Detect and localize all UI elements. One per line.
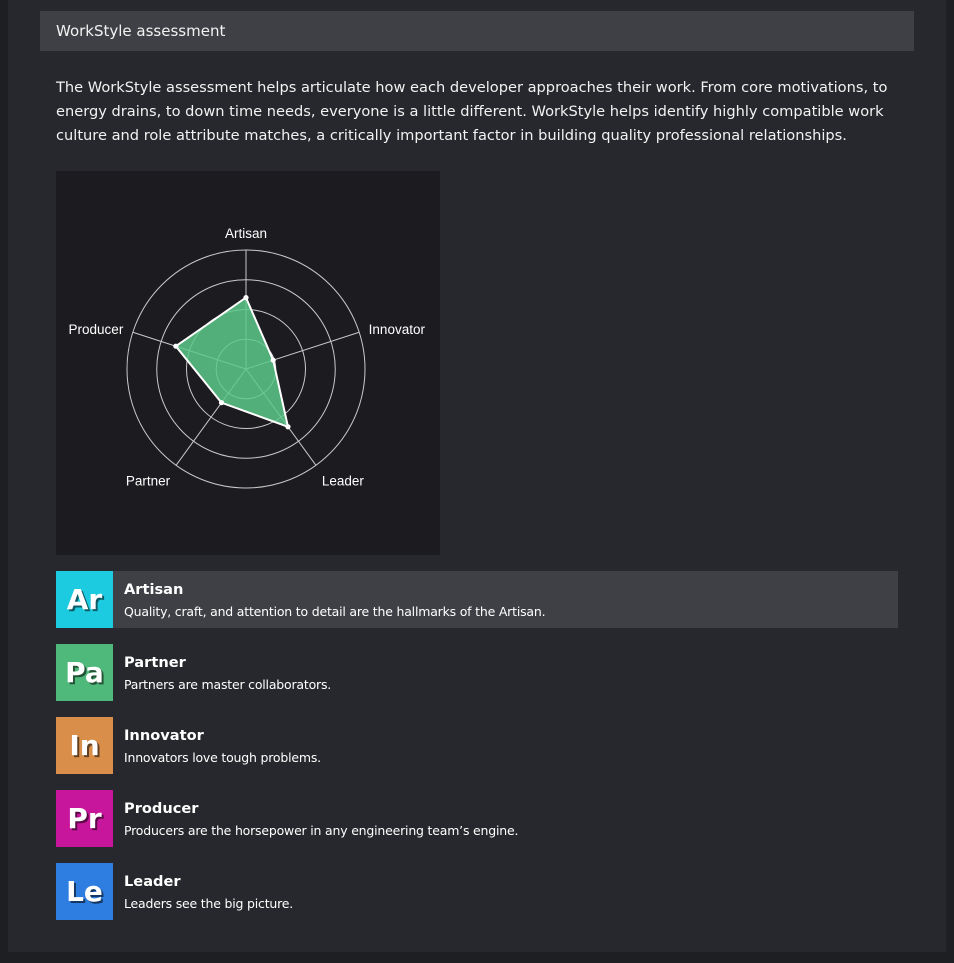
radar-point-artisan — [243, 295, 249, 301]
intro-text: The WorkStyle assessment helps articulat… — [56, 79, 888, 144]
radar-label-producer: Producer — [69, 322, 124, 337]
radar-label-partner: Partner — [126, 473, 171, 488]
type-row-partner[interactable]: Pa Partner Partners are master collabora… — [56, 644, 898, 701]
type-row-producer[interactable]: Pr Producer Producers are the horsepower… — [56, 790, 898, 847]
type-badge-producer: Pr — [56, 790, 113, 847]
type-name-leader: Leader — [124, 873, 181, 890]
radar-point-innovator — [270, 357, 276, 363]
panel-header: WorkStyle assessment — [40, 11, 914, 51]
type-badge-leader: Le — [56, 863, 113, 920]
radar-label-artisan: Artisan — [225, 226, 267, 241]
type-badge-innovator: In — [56, 717, 113, 774]
type-name-producer: Producer — [124, 800, 199, 817]
radar-chart: Artisan Innovator Leader Partner Producer — [56, 171, 440, 555]
radar-label-innovator: Innovator — [369, 322, 426, 337]
radar-chart-svg: Artisan Innovator Leader Partner Producer — [69, 226, 426, 489]
workstyle-panel: WorkStyle assessment The WorkStyle asses… — [8, 0, 946, 952]
type-description-partner: Partners are master collaborators. — [124, 677, 332, 692]
radar-point-partner — [218, 400, 225, 406]
radar-label-leader: Leader — [322, 473, 365, 488]
type-badge-artisan: Ar — [56, 571, 113, 628]
type-name-partner: Partner — [124, 654, 186, 671]
radar-point-producer — [173, 343, 179, 349]
panel-title: WorkStyle assessment — [56, 22, 226, 40]
type-name-innovator: Innovator — [124, 727, 204, 744]
workstyle-type-list: Ar Artisan Quality, craft, and attention… — [56, 571, 898, 936]
type-name-artisan: Artisan — [124, 581, 184, 598]
type-description-innovator: Innovators love tough problems. — [124, 750, 321, 765]
type-row-artisan[interactable]: Ar Artisan Quality, craft, and attention… — [56, 571, 898, 628]
type-row-leader[interactable]: Le Leader Leaders see the big picture. — [56, 863, 898, 920]
radar-series-area — [174, 296, 289, 428]
radar-point-leader — [285, 424, 291, 430]
type-description-producer: Producers are the horsepower in any engi… — [124, 823, 519, 838]
radar-data — [173, 295, 291, 430]
type-badge-partner: Pa — [56, 644, 113, 701]
type-description-leader: Leaders see the big picture. — [124, 896, 294, 911]
type-row-innovator[interactable]: In Innovator Innovators love tough probl… — [56, 717, 898, 774]
type-description-artisan: Quality, craft, and attention to detail … — [124, 604, 546, 619]
